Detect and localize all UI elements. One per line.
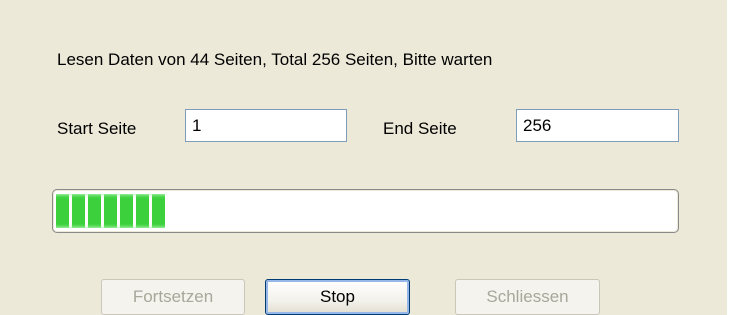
start-page-input[interactable] (185, 109, 347, 142)
status-message: Lesen Daten von 44 Seiten, Total 256 Sei… (57, 50, 493, 69)
stop-button[interactable]: Stop (265, 279, 410, 315)
progress-dialog: Lesen Daten von 44 Seiten, Total 256 Sei… (0, 0, 727, 315)
progress-bar-fill (56, 194, 165, 228)
end-page-label: End Seite (383, 119, 457, 138)
end-page-input[interactable] (516, 109, 679, 142)
progress-bar-segments (56, 194, 165, 228)
start-page-label: Start Seite (57, 119, 137, 138)
continue-button[interactable]: Fortsetzen (101, 279, 245, 315)
close-button[interactable]: Schliessen (455, 279, 600, 315)
progress-bar (52, 189, 679, 233)
